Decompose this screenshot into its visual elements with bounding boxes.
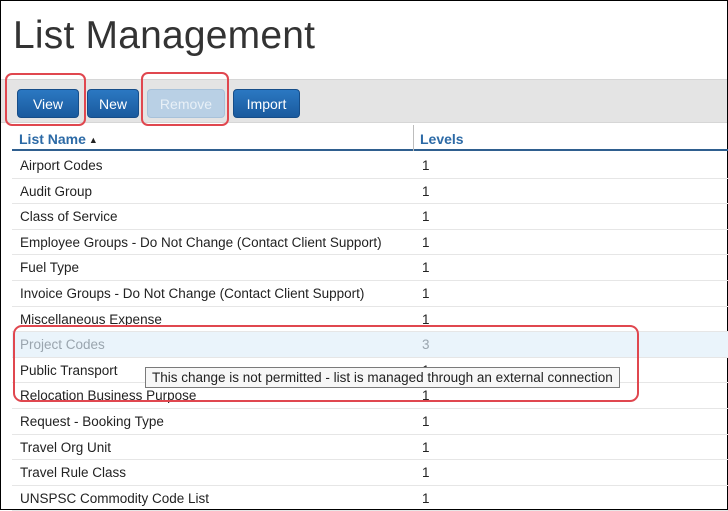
remove-button: Remove [147, 89, 225, 118]
row-name: UNSPSC Commodity Code List [20, 490, 210, 506]
page-title: List Management [13, 14, 316, 57]
view-button[interactable]: View [17, 89, 79, 118]
row-levels: 3 [422, 337, 430, 353]
row-levels: 1 [422, 183, 430, 199]
column-divider [413, 125, 414, 151]
row-name: Airport Codes [20, 158, 103, 173]
column-header-levels[interactable]: Levels [420, 131, 464, 147]
row-name: Travel Rule Class [20, 465, 127, 481]
table-row[interactable]: Travel Org Unit 1 [12, 435, 728, 461]
row-name: Request - Booking Type [20, 413, 164, 429]
row-levels: 1 [422, 490, 430, 506]
row-levels: 1 [422, 311, 430, 327]
row-name: Miscellaneous Expense [20, 311, 162, 327]
import-button[interactable]: Import [233, 89, 300, 118]
sort-ascending-icon: ▲ [88, 135, 98, 145]
row-levels: 1 [422, 234, 430, 250]
row-levels: 1 [422, 465, 430, 481]
row-name: Travel Org Unit [20, 439, 112, 455]
table-row[interactable]: Travel Rule Class 1 [12, 460, 728, 486]
tooltip: This change is not permitted - list is m… [145, 367, 620, 388]
row-name: Project Codes [20, 337, 105, 353]
table-row[interactable]: UNSPSC Commodity Code List 1 [12, 486, 728, 511]
new-button[interactable]: New [87, 89, 139, 118]
table-row[interactable]: Class of Service 1 [12, 204, 728, 230]
toolbar: View New Remove Import [1, 79, 727, 123]
row-levels: 1 [422, 209, 430, 225]
row-name: Relocation Business Purpose [20, 388, 197, 404]
row-name: Employee Groups - Do Not Change (Contact… [20, 234, 382, 250]
table-row[interactable]: Miscellaneous Expense 1 [12, 307, 728, 333]
row-name: Fuel Type [20, 260, 80, 276]
table-row-selected[interactable]: Project Codes 3 [12, 332, 728, 358]
row-levels: 1 [422, 158, 430, 173]
row-name: Public Transport [20, 362, 118, 378]
table-row[interactable]: Employee Groups - Do Not Change (Contact… [12, 230, 728, 256]
row-levels: 1 [422, 439, 430, 455]
row-levels: 1 [422, 413, 430, 429]
row-name: Audit Group [20, 183, 93, 199]
table-row[interactable]: Invoice Groups - Do Not Change (Contact … [12, 281, 728, 307]
row-levels: 1 [422, 285, 430, 301]
list-table: Airport Codes 1 Audit Group 1 Class of Ser… [12, 153, 728, 511]
row-levels: 1 [422, 388, 430, 404]
table-row[interactable]: Request - Booking Type 1 [12, 409, 728, 435]
table-row[interactable]: Airport Codes 1 [12, 153, 728, 179]
row-name: Invoice Groups - Do Not Change (Contact … [20, 285, 365, 301]
row-name: Class of Service [20, 209, 118, 225]
table-row[interactable]: Audit Group 1 [12, 179, 728, 205]
row-levels: 1 [422, 260, 430, 276]
table-row[interactable]: Fuel Type 1 [12, 255, 728, 281]
table-header: List Name ▲ Levels [12, 125, 728, 151]
column-header-list-name[interactable]: List Name ▲ [19, 131, 98, 147]
